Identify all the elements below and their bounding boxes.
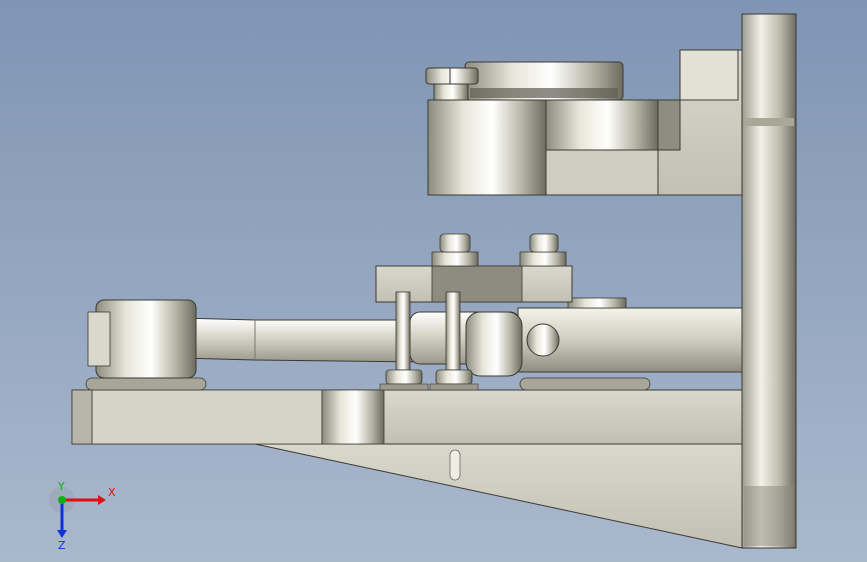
z-axis-label: Z xyxy=(58,539,66,550)
nut-top-right[interactable] xyxy=(519,233,567,267)
x-axis-arrowhead xyxy=(98,495,106,505)
cad-viewport[interactable]: X Y Z xyxy=(0,0,867,562)
base-plate[interactable] xyxy=(71,377,743,549)
nut-bottom-left[interactable] xyxy=(379,369,429,391)
axis-triad: X Y Z xyxy=(49,480,116,550)
nut-top-left[interactable] xyxy=(431,233,479,267)
x-axis-label: X xyxy=(108,486,116,499)
y-axis-marker xyxy=(58,496,66,504)
nut-bottom-center[interactable] xyxy=(429,369,479,391)
y-axis-label: Y xyxy=(57,480,65,493)
z-axis-arrowhead xyxy=(57,530,67,538)
lever-arm[interactable] xyxy=(517,297,743,373)
upright-plate[interactable] xyxy=(741,13,797,549)
assembly-model[interactable] xyxy=(0,0,867,562)
